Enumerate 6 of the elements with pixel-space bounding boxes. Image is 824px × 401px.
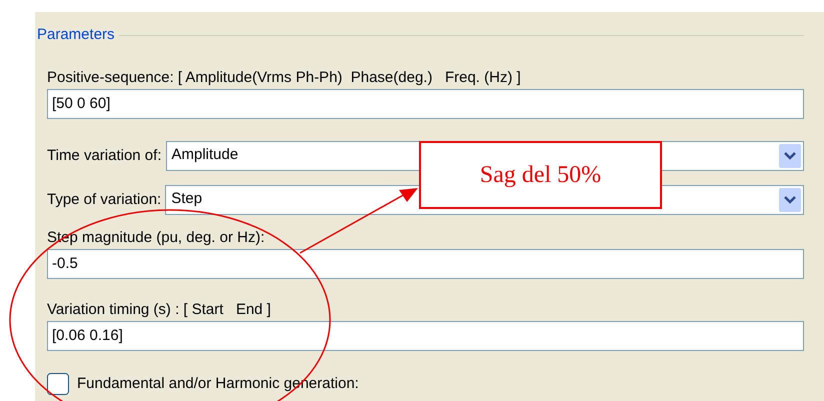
field-label: Time variation of: <box>47 146 162 164</box>
field-label: Positive-sequence: [ Amplitude(Vrms Ph-Ph) Phase(deg.) Freq. (Hz) ] <box>47 68 522 86</box>
annotation-tooltip: Sag del 50% <box>419 141 662 209</box>
field-label: Variation timing (s) : [ Start End ] <box>47 300 272 318</box>
group-title: Parameters <box>37 25 115 45</box>
field-label: Type of variation: <box>47 190 162 208</box>
